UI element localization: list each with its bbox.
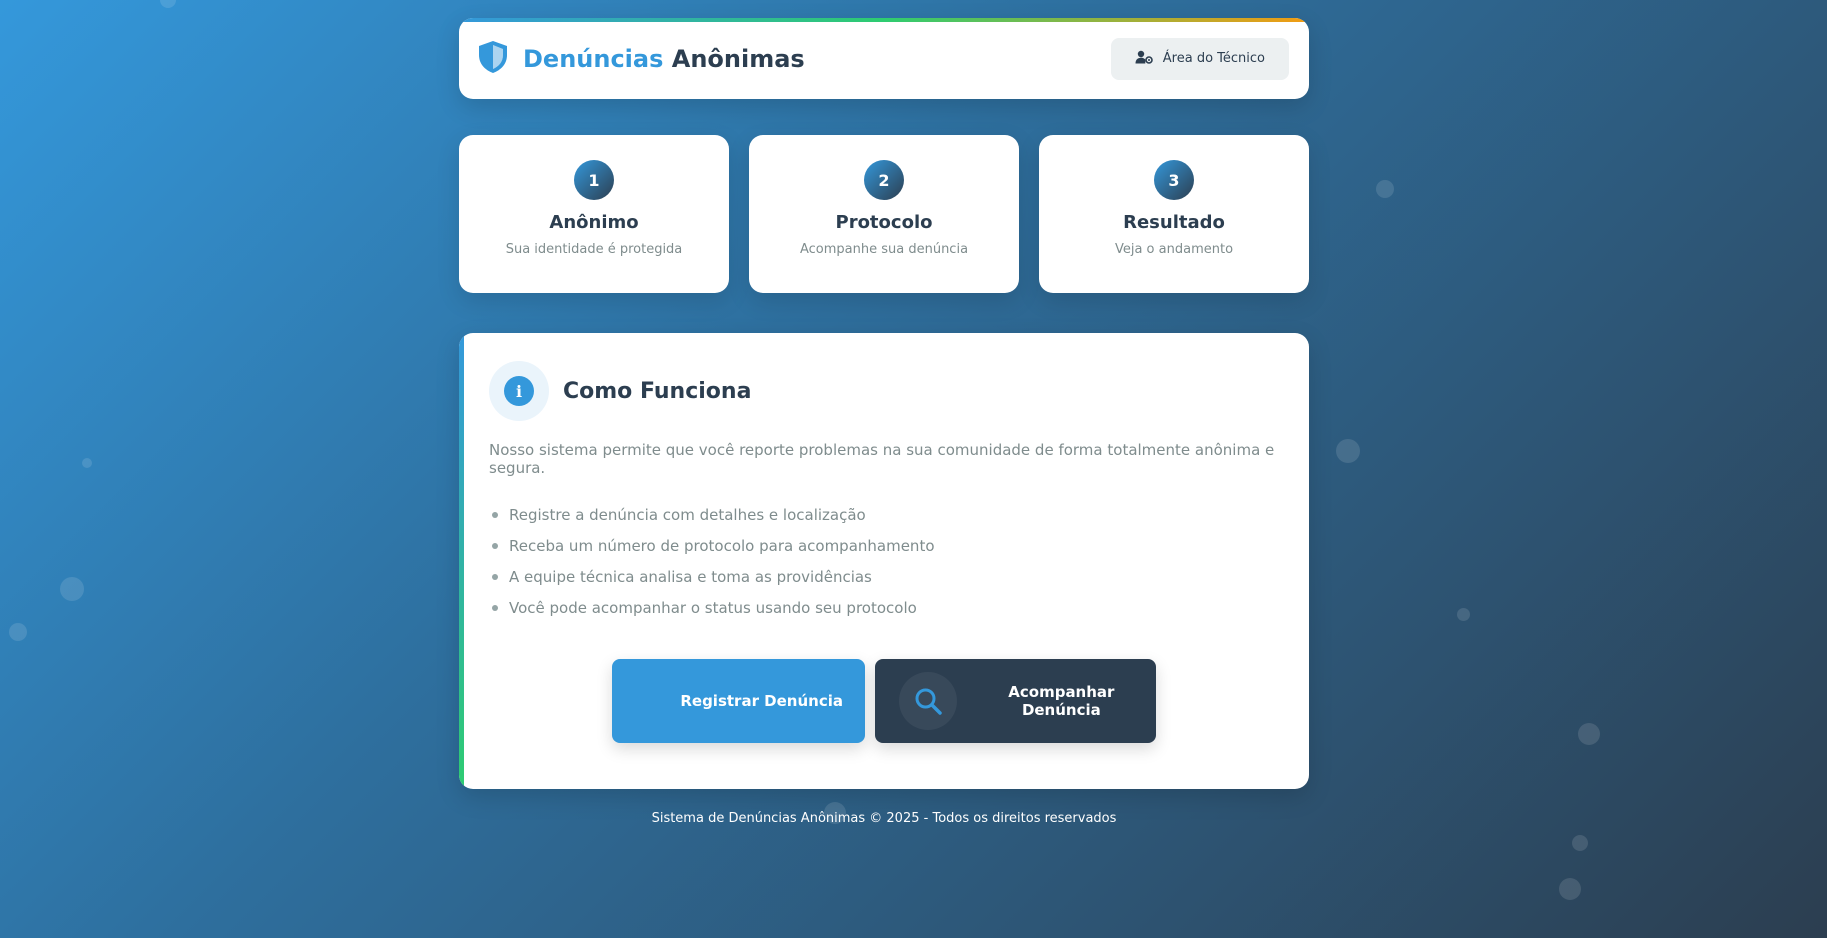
shield-icon bbox=[477, 40, 509, 78]
background-bubble bbox=[1336, 439, 1360, 463]
register-label: Registrar Denúncia bbox=[680, 692, 843, 710]
tech-area-button[interactable]: Área do Técnico bbox=[1110, 37, 1289, 80]
steps-section: 1 Anônimo Sua identidade é protegida 2 P… bbox=[459, 135, 1309, 293]
info-title: Como Funciona bbox=[563, 378, 752, 404]
background-bubble bbox=[9, 623, 27, 641]
info-icon-container: i bbox=[489, 361, 549, 421]
site-footer: Sistema de Denúncias Anônimas © 2025 - T… bbox=[459, 811, 1309, 826]
brand[interactable]: Denúncias Anônimas bbox=[477, 40, 805, 78]
search-icon bbox=[899, 672, 957, 730]
track-label: Acompanhar Denúncia bbox=[1008, 683, 1115, 719]
action-buttons: Registrar Denúncia Acompanhar Denúncia bbox=[489, 659, 1279, 743]
info-header: i Como Funciona bbox=[489, 361, 1279, 421]
background-bubble bbox=[1559, 878, 1581, 900]
info-icon: i bbox=[504, 376, 534, 406]
background-bubble bbox=[1578, 723, 1600, 745]
step-title: Anônimo bbox=[549, 212, 639, 233]
list-item: Registre a denúncia com detalhes e local… bbox=[489, 499, 1279, 530]
list-item: Você pode acompanhar o status usando seu… bbox=[489, 592, 1279, 623]
background-bubble bbox=[1376, 180, 1394, 198]
background-bubble bbox=[1457, 608, 1470, 621]
user-gear-icon bbox=[1135, 50, 1153, 68]
info-list: Registre a denúncia com detalhes e local… bbox=[489, 499, 1279, 623]
background-bubble bbox=[160, 0, 176, 8]
background-bubble bbox=[82, 458, 92, 468]
info-description: Nosso sistema permite que você reporte p… bbox=[489, 441, 1275, 477]
background-bubble bbox=[1572, 835, 1588, 851]
step-card-resultado: 3 Resultado Veja o andamento bbox=[1039, 135, 1309, 293]
track-complaint-button[interactable]: Acompanhar Denúncia bbox=[875, 659, 1156, 743]
main-container: Denúncias Anônimas Área do Técnico 1 Anô… bbox=[459, 18, 1309, 826]
step-description: Sua identidade é protegida bbox=[505, 242, 683, 257]
step-title: Protocolo bbox=[835, 212, 933, 233]
footer-text: Sistema de Denúncias Anônimas © 2025 - T… bbox=[651, 811, 1117, 826]
step-description: Veja o andamento bbox=[1114, 242, 1234, 257]
step-title: Resultado bbox=[1123, 212, 1225, 233]
site-title: Denúncias Anônimas bbox=[523, 44, 805, 73]
step-number: 1 bbox=[574, 160, 614, 200]
site-header: Denúncias Anônimas Área do Técnico bbox=[459, 18, 1309, 99]
how-it-works-card: i Como Funciona Nosso sistema permite qu… bbox=[459, 333, 1309, 789]
step-card-protocolo: 2 Protocolo Acompanhe sua denúncia bbox=[749, 135, 1019, 293]
step-description: Acompanhe sua denúncia bbox=[799, 242, 969, 257]
background-bubble bbox=[60, 577, 84, 601]
list-item: A equipe técnica analisa e toma as provi… bbox=[489, 561, 1279, 592]
tech-area-label: Área do Técnico bbox=[1162, 51, 1265, 66]
step-number: 2 bbox=[864, 160, 904, 200]
step-card-anonimo: 1 Anônimo Sua identidade é protegida bbox=[459, 135, 729, 293]
list-item: Receba um número de protocolo para acomp… bbox=[489, 530, 1279, 561]
step-number: 3 bbox=[1154, 160, 1194, 200]
register-complaint-button[interactable]: Registrar Denúncia bbox=[612, 659, 865, 743]
